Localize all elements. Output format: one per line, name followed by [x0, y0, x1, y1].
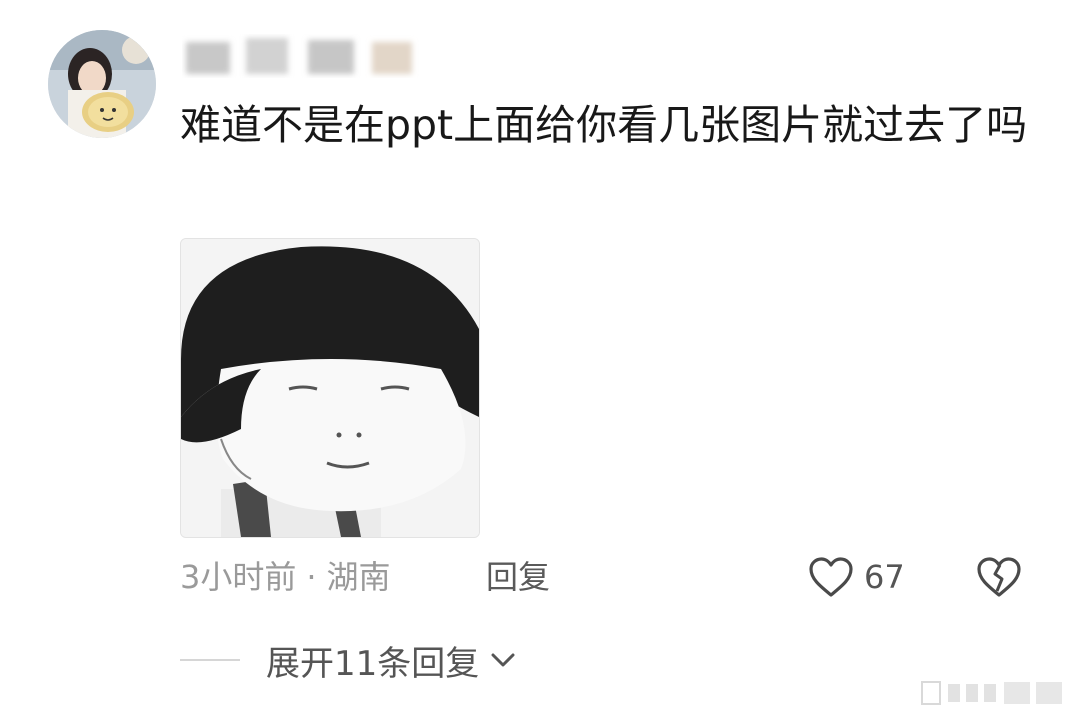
- comment-text: 难道不是在ppt上面给你看几张图片就过去了吗: [180, 101, 1028, 149]
- avatar-image: [48, 30, 156, 138]
- comment-meta: 3小时前 · 湖南: [180, 552, 391, 602]
- comment-location: 湖南: [326, 558, 391, 596]
- reply-button[interactable]: 回复: [486, 552, 550, 602]
- comment-time: 3小时前: [180, 558, 297, 596]
- like-count: 67: [864, 558, 905, 596]
- like-button[interactable]: 67: [808, 552, 905, 602]
- divider-line: [180, 659, 240, 661]
- sticker-image[interactable]: [180, 238, 480, 538]
- cartoon-face-sticker: [181, 239, 479, 537]
- heart-outline-icon: [809, 557, 853, 597]
- username-blurred[interactable]: [182, 28, 430, 84]
- broken-heart-icon[interactable]: [976, 555, 1022, 599]
- blurred-username-graphic: [186, 38, 412, 74]
- comment-meta-row: 3小时前 · 湖南 回复 67: [180, 552, 1040, 602]
- meta-separator: ·: [306, 558, 317, 596]
- expand-replies-button[interactable]: 展开11条回复: [266, 636, 479, 685]
- chevron-down-icon: [491, 653, 515, 667]
- watermark-logo: [921, 681, 1062, 705]
- expand-replies-row[interactable]: 展开11条回复: [180, 634, 517, 686]
- avatar[interactable]: [48, 30, 156, 138]
